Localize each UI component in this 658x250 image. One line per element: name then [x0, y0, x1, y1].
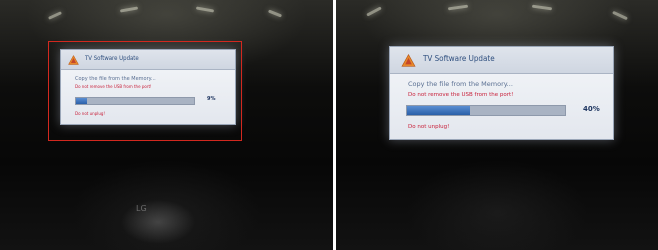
ceiling-light — [531, 4, 553, 11]
progress-percent: 40% — [583, 105, 600, 113]
ceiling-light — [119, 6, 139, 13]
ceiling-light — [447, 4, 469, 11]
highlight-box — [48, 41, 242, 141]
ceiling-light — [612, 10, 628, 21]
progress-bar — [406, 105, 566, 116]
status-message: Copy the file from the Memory... — [408, 80, 513, 88]
warning-triangle-icon — [401, 54, 416, 67]
progress-fill — [407, 106, 471, 115]
tv-photo-left: TV Software Update Copy the file from th… — [0, 0, 333, 250]
unplug-warning: Do not unplug! — [408, 124, 450, 130]
ceiling-light — [267, 9, 283, 18]
ceiling-light — [48, 11, 62, 20]
software-update-dialog: TV Software Update Copy the file from th… — [389, 46, 614, 140]
tv-stand — [118, 198, 198, 246]
ceiling-light — [366, 6, 382, 17]
tv-brand-logo: LG — [136, 204, 147, 213]
dialog-title: TV Software Update — [423, 54, 495, 63]
ceiling-light — [195, 6, 215, 13]
usb-warning: Do not remove the USB from the port! — [408, 92, 514, 98]
